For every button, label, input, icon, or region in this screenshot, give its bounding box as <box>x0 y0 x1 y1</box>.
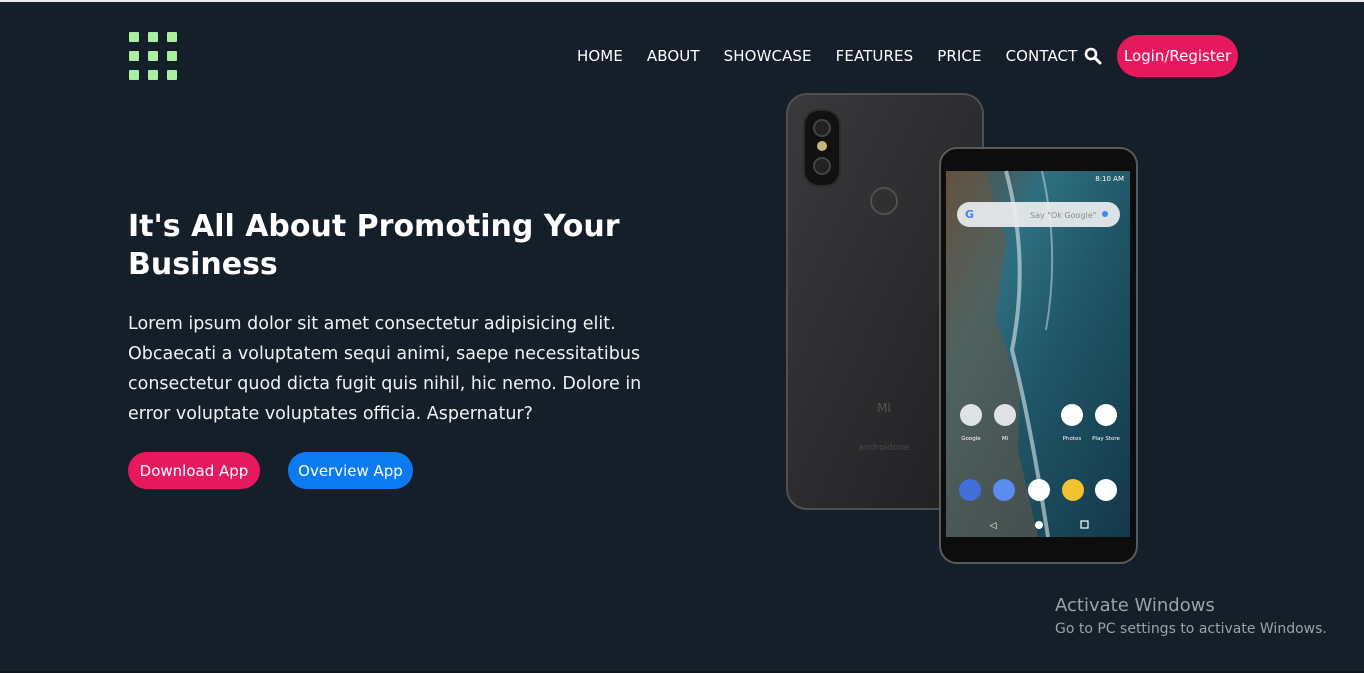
phone-nav-home-icon <box>1035 521 1043 529</box>
nav-item-showcase[interactable]: SHOWCASE <box>724 47 812 65</box>
phone-dock-gmail-icon <box>1028 479 1050 501</box>
phone-app-playstore-icon <box>1095 404 1117 426</box>
phone-app-playstore-label: Play Store <box>1092 436 1120 442</box>
nav-item-about[interactable]: ABOUT <box>647 47 700 65</box>
nav-item-features[interactable]: FEATURES <box>836 47 914 65</box>
phone-back-sub: androidone <box>859 443 910 453</box>
phone-app-google-icon <box>960 404 982 426</box>
hero-description: Lorem ipsum dolor sit amet consectetur a… <box>128 314 642 424</box>
main-nav: HOME ABOUT SHOWCASE FEATURES PRICE CONTA… <box>577 45 1101 67</box>
phone-dock-phone-icon <box>959 479 981 501</box>
phone-google-g-icon: G <box>965 208 974 221</box>
nav-item-price[interactable]: PRICE <box>937 47 981 65</box>
phone-illustration: MI androidone 8:10 AM G Say "Ok Google" … <box>786 93 1138 564</box>
nav-item-home[interactable]: HOME <box>577 47 623 65</box>
watermark-subtitle: Go to PC settings to activate Windows. <box>1055 621 1327 637</box>
watermark-title: Activate Windows <box>1055 595 1215 616</box>
phone-dock-messages-icon <box>993 479 1015 501</box>
hero-title: It's All About Promoting Your Business <box>128 209 620 282</box>
phone-back-brand: MI <box>877 401 891 415</box>
grid-logo-icon[interactable] <box>129 32 177 80</box>
phone-app-mi-label: Mi <box>1002 436 1009 442</box>
phone-app-photos-label: Photos <box>1063 436 1082 442</box>
phone-status-time: 8:10 AM <box>1095 175 1124 183</box>
download-app-button[interactable]: Download App <box>128 452 260 489</box>
windows-activation-watermark: Activate Windows Go to PC settings to ac… <box>1055 595 1327 639</box>
nav-item-contact[interactable]: CONTACT <box>1006 47 1078 65</box>
phone-dock-camera-icon <box>1095 479 1117 501</box>
phone-dock-chrome-icon <box>1062 479 1084 501</box>
phone-nav-back-icon: ◁ <box>990 521 997 531</box>
phone-app-mi-icon <box>994 404 1016 426</box>
login-register-button[interactable]: Login/Register <box>1117 35 1238 77</box>
phone-search-hint: Say "Ok Google" <box>1030 211 1096 220</box>
overview-app-button[interactable]: Overview App <box>288 452 413 489</box>
phone-front: 8:10 AM G Say "Ok Google" Google Mi Phot… <box>939 147 1138 564</box>
top-border <box>0 0 1364 2</box>
phone-app-photos-icon <box>1061 404 1083 426</box>
phone-app-google-label: Google <box>961 436 981 442</box>
search-icon[interactable] <box>1084 47 1102 65</box>
